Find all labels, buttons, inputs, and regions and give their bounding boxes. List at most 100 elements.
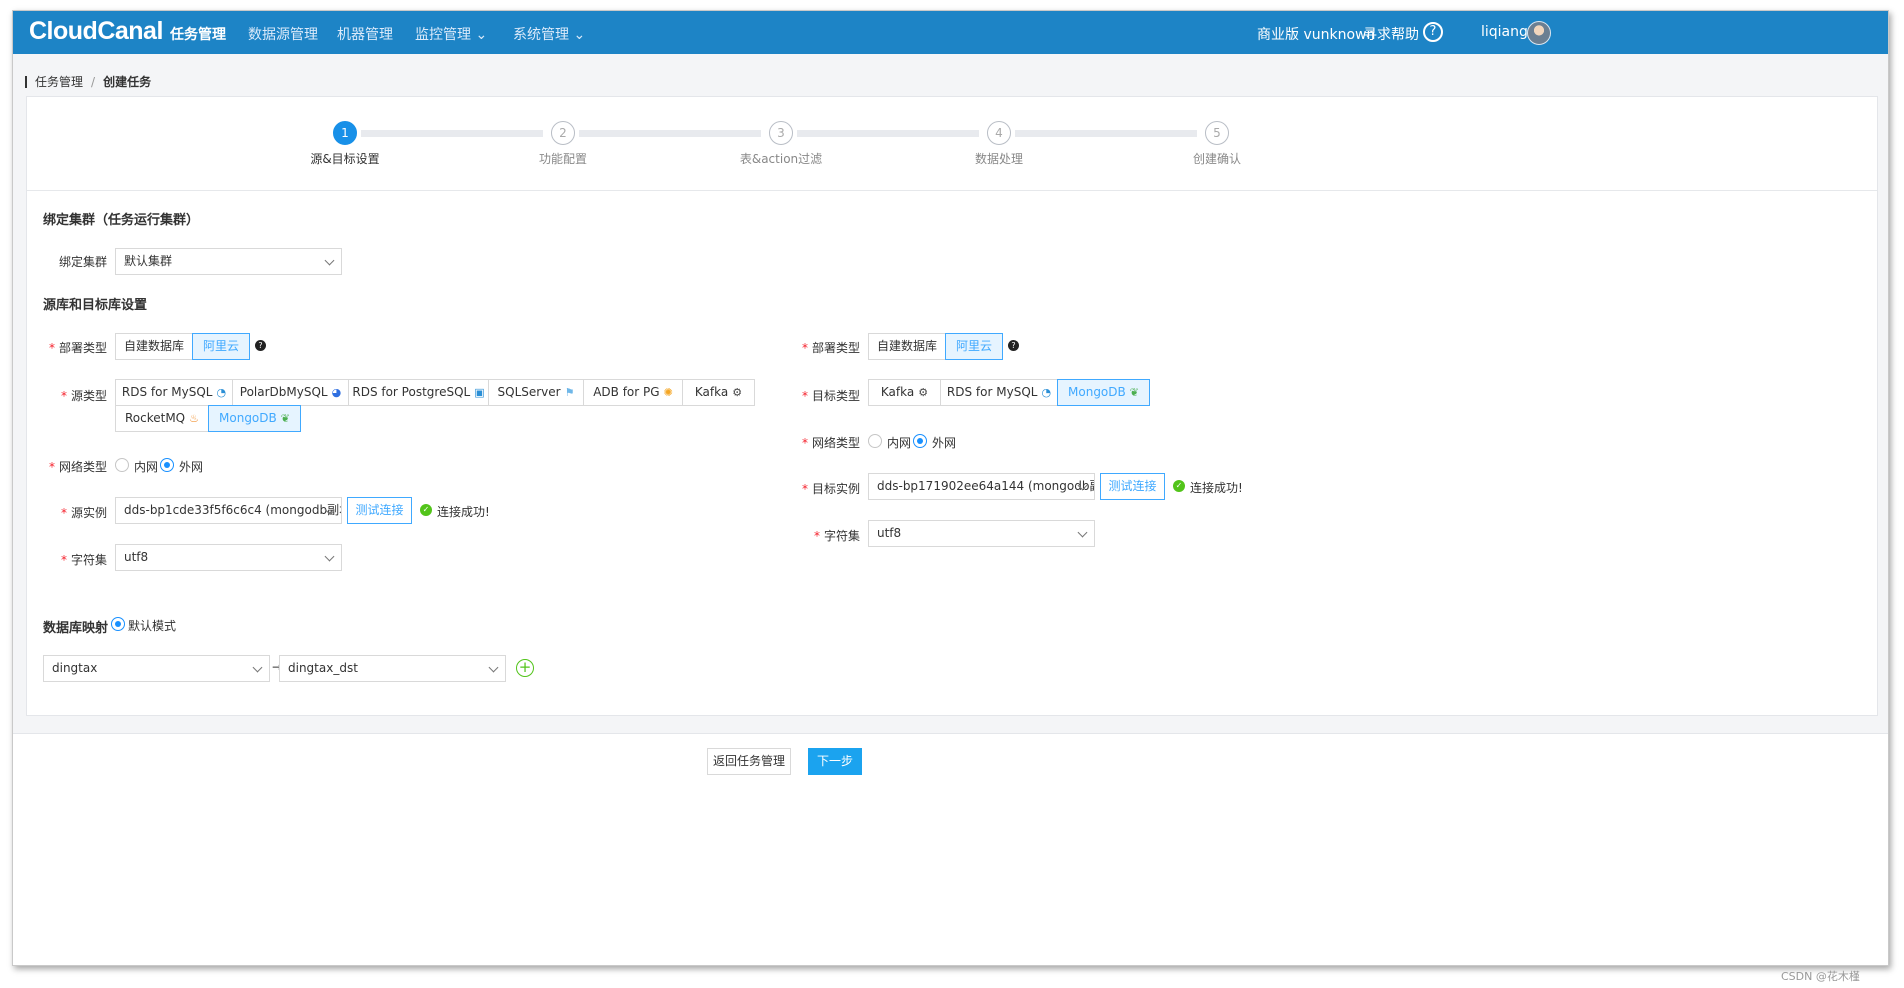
chevron-down-icon (488, 662, 499, 673)
target-net-internet-label[interactable]: 外网 (932, 434, 956, 451)
target-deploy-label: * 部署类型 (770, 339, 860, 356)
source-type-rocketmq[interactable]: RocketMQ ♨ (115, 405, 209, 432)
back-to-tasks-button[interactable]: 返回任务管理 (707, 748, 791, 775)
source-charset-value: utf8 (124, 550, 149, 564)
sqlserver-icon: ⚑ (564, 386, 575, 399)
source-instance-select[interactable]: dds-bp1cde33f5f6c6c4 (mongodb副本集42 (115, 497, 342, 524)
source-type-rds-mysql[interactable]: RDS for MySQL ◔ (115, 379, 233, 406)
step-connector (1015, 130, 1197, 137)
target-test-connection-button[interactable]: 测试连接 (1100, 473, 1165, 500)
step-5-label: 创建确认 (1192, 152, 1241, 166)
source-net-label-text: 网络类型 (58, 460, 107, 474)
target-deploy-self-hosted[interactable]: 自建数据库 (868, 333, 946, 360)
target-net-intranet-radio[interactable] (868, 434, 882, 448)
target-instance-select[interactable]: dds-bp171902ee64a144 (mongodb副本集5( (868, 473, 1095, 500)
cluster-value: 默认集群 (124, 254, 173, 268)
target-net-internet-radio[interactable] (913, 434, 927, 448)
source-deploy-self-hosted[interactable]: 自建数据库 (115, 333, 193, 360)
app-window: CloudCanal 任务管理 数据源管理 机器管理 监控管理 ⌄ 系统管理 ⌄… (12, 10, 1889, 966)
source-net-intranet-label[interactable]: 内网 (134, 458, 158, 475)
nav-system-management[interactable]: 系统管理 ⌄ (513, 24, 585, 44)
question-circle-icon[interactable]: ? (1423, 22, 1443, 42)
kafka-icon: ⚙ (918, 386, 929, 399)
source-net-internet-radio[interactable] (160, 458, 174, 472)
source-type-label: * 源类型 (17, 387, 107, 404)
required-mark: * (801, 341, 808, 355)
edition-label: 商业版 vunknown (1257, 27, 1376, 43)
default-mode-radio[interactable] (111, 617, 125, 631)
required-mark: * (60, 553, 67, 567)
chevron-down-icon (324, 255, 335, 266)
cloudcanal-logo[interactable]: CloudCanal (29, 17, 163, 46)
required-mark: * (801, 436, 808, 450)
step-3-circle: 3 (769, 121, 793, 145)
source-type-adb-pg[interactable]: ADB for PG ✺ (583, 379, 683, 406)
step-connector (361, 130, 543, 137)
target-net-intranet-label[interactable]: 内网 (887, 434, 911, 451)
source-db-select[interactable]: dingtax (43, 655, 270, 682)
required-mark: * (60, 389, 67, 403)
cluster-select[interactable]: 默认集群 (115, 248, 342, 275)
next-step-button[interactable]: 下一步 (808, 748, 862, 775)
target-db-select[interactable]: dingtax_dst (279, 655, 506, 682)
source-type-sqlserver-label: SQLServer (497, 385, 561, 399)
source-type-polardb-mysql[interactable]: PolarDbMySQL ◕ (232, 379, 349, 406)
source-type-rds-postgresql[interactable]: RDS for PostgreSQL ▣ (348, 379, 489, 406)
source-deploy-aliyun[interactable]: 阿里云 (192, 333, 250, 360)
target-type-label-text: 目标类型 (811, 389, 860, 403)
step-1-label: 源&目标设置 (310, 152, 380, 166)
required-mark: * (801, 482, 808, 496)
source-db-value: dingtax (52, 661, 98, 675)
avatar[interactable] (1527, 21, 1551, 45)
source-net-intranet-radio[interactable] (115, 458, 129, 472)
steps-bar: 1 2 3 4 5 源&目标设置 功能配置 表&action过滤 数据处理 创建… (27, 97, 1877, 191)
kafka-icon: ⚙ (732, 386, 743, 399)
target-charset-select[interactable]: utf8 (868, 520, 1095, 547)
question-icon[interactable]: ? (255, 340, 266, 351)
breadcrumb: 任务管理 / 创建任务 (25, 73, 151, 90)
target-instance-label: * 目标实例 (770, 480, 860, 497)
step-1-circle: 1 (333, 121, 357, 145)
target-type-kafka[interactable]: Kafka ⚙ (868, 379, 941, 406)
target-type-mongodb[interactable]: MongoDB ❦ (1057, 379, 1150, 406)
source-type-rds-mysql-label: RDS for MySQL (121, 385, 213, 399)
question-icon[interactable]: ? (1008, 340, 1019, 351)
nav-monitor-management[interactable]: 监控管理 ⌄ (415, 24, 487, 44)
target-connection-status: 连接成功! (1190, 481, 1243, 495)
check-circle-icon: ✓ (1173, 480, 1185, 492)
source-test-connection-button[interactable]: 测试连接 (347, 497, 412, 524)
step-2-circle: 2 (551, 121, 575, 145)
source-net-internet-label[interactable]: 外网 (179, 458, 203, 475)
source-charset-select[interactable]: utf8 (115, 544, 342, 571)
nav-task-management[interactable]: 任务管理 (170, 24, 226, 44)
breadcrumb-current: 创建任务 (103, 75, 152, 89)
source-type-kafka[interactable]: Kafka ⚙ (682, 379, 755, 406)
source-type-kafka-label: Kafka (694, 385, 729, 399)
target-net-label-text: 网络类型 (811, 436, 860, 450)
step-4-circle: 4 (987, 121, 1011, 145)
source-type-rocketmq-label: RocketMQ (124, 411, 186, 425)
source-type-polardb-label: PolarDbMySQL (239, 385, 328, 399)
help-link[interactable]: 寻求帮助 (1363, 24, 1419, 44)
nav-machine-management[interactable]: 机器管理 (337, 24, 393, 44)
add-mapping-plus-icon[interactable]: + (516, 659, 534, 677)
step-4-label: 数据处理 (974, 152, 1023, 166)
default-mode-label[interactable]: 默认模式 (128, 617, 176, 634)
source-deploy-label-text: 部署类型 (58, 341, 107, 355)
nav-datasource-management[interactable]: 数据源管理 (248, 24, 318, 44)
required-mark: * (48, 460, 55, 474)
source-type-mongodb[interactable]: MongoDB ❦ (208, 405, 301, 432)
create-task-panel: 1 2 3 4 5 源&目标设置 功能配置 表&action过滤 数据处理 创建… (26, 96, 1878, 716)
chevron-down-icon (252, 662, 263, 673)
cluster-label: 绑定集群 (58, 255, 107, 269)
source-type-sqlserver[interactable]: SQLServer ⚑ (488, 379, 584, 406)
target-charset-label-text: 字符集 (823, 529, 860, 543)
source-instance-label: * 源实例 (17, 504, 107, 521)
breadcrumb-parent[interactable]: 任务管理 (35, 73, 83, 90)
target-deploy-aliyun[interactable]: 阿里云 (945, 333, 1003, 360)
target-type-rds-mysql[interactable]: RDS for MySQL ◔ (940, 379, 1058, 406)
chevron-down-icon (1077, 527, 1088, 538)
mysql-icon: ◔ (1041, 386, 1052, 399)
user-name[interactable]: liqiang (1481, 24, 1528, 40)
source-charset-label-text: 字符集 (70, 553, 107, 567)
